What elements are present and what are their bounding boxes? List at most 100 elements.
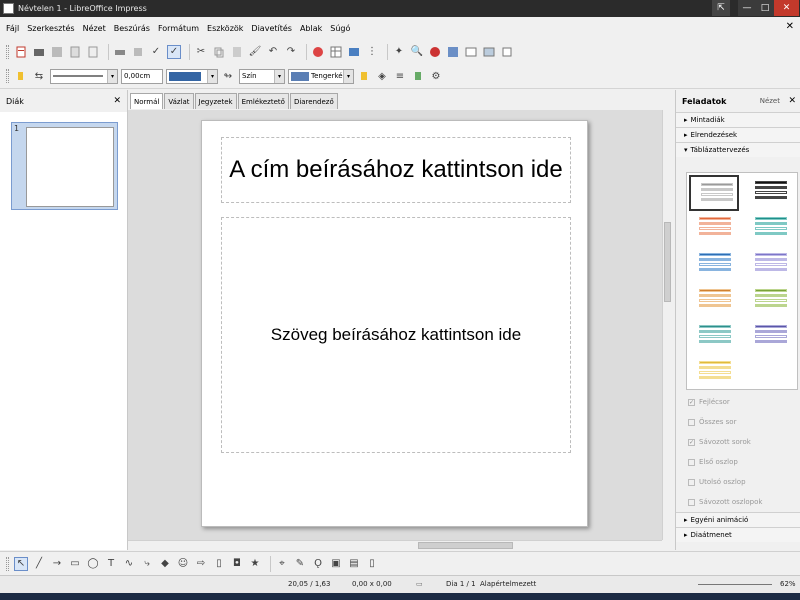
option-first-column[interactable]: Első oszlop: [688, 458, 738, 466]
close-window-button[interactable]: ✕: [774, 0, 799, 16]
arrow-line-icon[interactable]: →: [50, 557, 64, 571]
slide-canvas[interactable]: A cím beírásához kattintson ide Szöveg b…: [201, 120, 588, 527]
callouts-icon[interactable]: ◘: [230, 557, 244, 571]
slide-layout-icon[interactable]: [464, 45, 478, 59]
help-agent-icon[interactable]: [428, 45, 442, 59]
line-style-select[interactable]: ▾: [50, 68, 118, 84]
basic-shapes-icon[interactable]: ◆: [158, 557, 172, 571]
table-design-option[interactable]: [689, 319, 739, 355]
save-icon[interactable]: [50, 45, 64, 59]
menu-edit[interactable]: Szerkesztés: [27, 24, 74, 33]
close-document-icon[interactable]: ✕: [786, 21, 794, 32]
zoom-icon[interactable]: 🔍: [410, 45, 424, 59]
slide-thumbnail-item[interactable]: 1: [11, 122, 118, 210]
section-table-design[interactable]: ▾ Táblázattervezés: [676, 142, 800, 157]
slide-thumbnail[interactable]: [26, 127, 114, 207]
line-color-select[interactable]: ▾: [166, 68, 218, 84]
table-design-option[interactable]: [745, 283, 795, 319]
area-style-select[interactable]: Szín ▾: [239, 68, 285, 84]
connector-icon[interactable]: ⤷: [140, 557, 154, 571]
table-design-option[interactable]: [689, 355, 739, 391]
open-folder-icon[interactable]: [32, 45, 46, 59]
align-icon[interactable]: ≡: [393, 69, 407, 83]
navigator-icon[interactable]: ✦: [392, 45, 406, 59]
help-window-button[interactable]: ⇱: [712, 0, 730, 16]
copy-icon[interactable]: [212, 45, 226, 59]
section-slide-transition[interactable]: ▸ Diaátmenet: [676, 527, 800, 542]
image-icon[interactable]: [347, 45, 361, 59]
redo-icon[interactable]: ↷: [284, 45, 298, 59]
menu-insert[interactable]: Beszúrás: [114, 24, 150, 33]
print-preview-icon[interactable]: [131, 45, 145, 59]
maximize-button[interactable]: □: [756, 0, 774, 16]
print-icon[interactable]: [113, 45, 127, 59]
option-last-column[interactable]: Utolsó oszlop: [688, 478, 746, 486]
select-object-icon[interactable]: ⚙: [429, 69, 443, 83]
area-color-select[interactable]: Tengerkék ▾: [288, 68, 354, 84]
horizontal-scrollbar[interactable]: [128, 540, 662, 549]
table-icon[interactable]: [329, 45, 343, 59]
vertical-scrollbar[interactable]: [662, 110, 672, 540]
line-icon[interactable]: [14, 69, 28, 83]
tasks-pane-close-icon[interactable]: ✕: [788, 96, 796, 106]
master-slide-icon[interactable]: [482, 45, 496, 59]
option-total-row[interactable]: Összes sor: [688, 418, 736, 426]
undo-icon[interactable]: ↶: [266, 45, 280, 59]
menu-slideshow[interactable]: Diavetítés: [251, 24, 292, 33]
menu-window[interactable]: Ablak: [300, 24, 322, 33]
chart-icon[interactable]: [311, 45, 325, 59]
gallery-toggle-icon[interactable]: ▤: [347, 557, 361, 571]
checkbox[interactable]: ✓: [688, 438, 695, 446]
table-design-option[interactable]: [745, 175, 795, 211]
table-design-option[interactable]: [745, 247, 795, 283]
menu-format[interactable]: Formátum: [158, 24, 199, 33]
rectangle-icon[interactable]: ▭: [68, 557, 82, 571]
menu-tools[interactable]: Eszközök: [207, 24, 243, 33]
symbol-shapes-icon[interactable]: ☺: [176, 557, 190, 571]
tasks-view-menu[interactable]: Nézet: [760, 97, 780, 105]
horizontal-scroll-thumb[interactable]: [418, 542, 513, 549]
checkbox[interactable]: [688, 458, 695, 466]
option-header-row[interactable]: ✓ Fejlécsor: [688, 398, 730, 406]
menu-file[interactable]: Fájl: [6, 24, 19, 33]
export-pdf-icon[interactable]: [86, 45, 100, 59]
vertical-scroll-thumb[interactable]: [664, 222, 671, 302]
arrange-icon[interactable]: [411, 69, 425, 83]
table-design-option[interactable]: [745, 319, 795, 355]
tab-normal[interactable]: Normál: [130, 93, 164, 109]
toolbar-grip[interactable]: [6, 44, 9, 59]
shadow-icon[interactable]: [357, 69, 371, 83]
tab-notes[interactable]: Jegyzetek: [194, 93, 237, 109]
checkbox[interactable]: [688, 498, 695, 506]
table-design-option[interactable]: [689, 175, 739, 211]
checkbox[interactable]: [688, 478, 695, 486]
spellcheck-icon[interactable]: ✓: [149, 45, 163, 59]
tab-handout[interactable]: Emlékeztető: [237, 93, 289, 109]
table-design-option[interactable]: [689, 283, 739, 319]
toolbar-grip[interactable]: [6, 556, 9, 571]
new-slide-icon[interactable]: [500, 45, 514, 59]
auto-spellcheck-icon[interactable]: ✓: [167, 44, 181, 59]
tab-slide-sorter[interactable]: Diarendező: [289, 93, 338, 109]
new-document-icon[interactable]: [14, 45, 28, 59]
edit-file-icon[interactable]: [68, 45, 82, 59]
line-tool-icon[interactable]: ╱: [32, 557, 46, 571]
slides-pane-close-icon[interactable]: ✕: [113, 96, 121, 106]
fontwork-icon[interactable]: Ǫ: [311, 557, 325, 571]
cut-icon[interactable]: ✂: [194, 45, 208, 59]
points-icon[interactable]: ⌖: [275, 557, 289, 571]
from-file-icon[interactable]: ▣: [329, 557, 343, 571]
clone-formatting-icon[interactable]: 🖌: [248, 45, 262, 59]
minimize-button[interactable]: —: [738, 0, 756, 16]
menu-view[interactable]: Nézet: [83, 24, 106, 33]
extrusion-icon[interactable]: ▯: [365, 557, 379, 571]
option-banded-columns[interactable]: Sávozott oszlopok: [688, 498, 762, 506]
select-pointer-icon[interactable]: ↖: [14, 556, 28, 571]
curve-icon[interactable]: ∿: [122, 557, 136, 571]
gallery-icon[interactable]: [446, 45, 460, 59]
flowchart-icon[interactable]: ▯: [212, 557, 226, 571]
paste-icon[interactable]: [230, 45, 244, 59]
stars-icon[interactable]: ★: [248, 557, 262, 571]
text-tool-icon[interactable]: T: [104, 557, 118, 571]
option-banded-rows[interactable]: ✓ Sávozott sorok: [688, 438, 751, 446]
